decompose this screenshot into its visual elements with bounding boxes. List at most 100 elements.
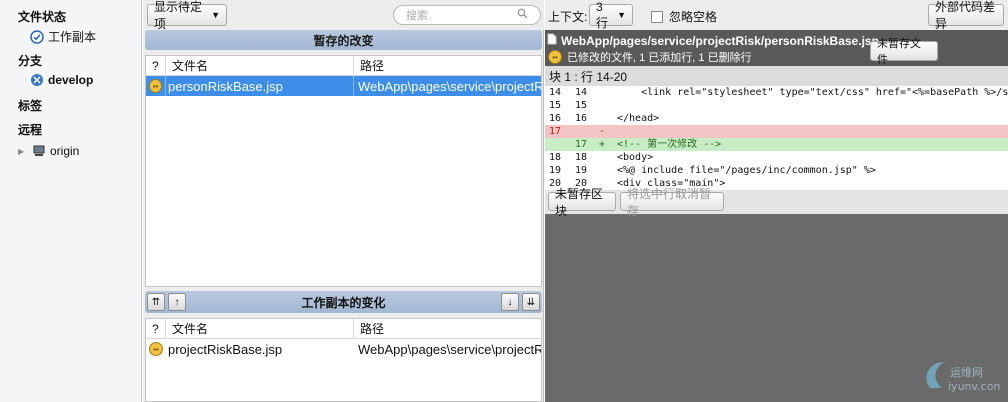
diff-marker [599, 112, 617, 125]
old-line-number: 15 [549, 100, 562, 111]
unstage-file-button[interactable]: 未暂存文件 [870, 38, 938, 66]
sidebar-item-working-copy[interactable]: 工作副本 [30, 28, 96, 45]
watermark-logo: 运维网 iyunv.com [920, 354, 1004, 398]
unstage-selected-lines-button[interactable]: 将选中行取消暂存 [620, 187, 724, 218]
diff-lines: 14 14 <link rel="stylesheet" type="text/c… [545, 86, 1008, 190]
new-line-number: 17 [575, 139, 588, 150]
list-header: ? 文件名 路径 [146, 319, 541, 339]
unstage-selected-button[interactable]: ↓ [501, 293, 519, 311]
diff-line[interactable]: 16 16 </head> [545, 112, 1008, 125]
ignore-whitespace-toggle[interactable]: 忽略空格 [651, 8, 717, 25]
list-header: ? 文件名 路径 [146, 56, 541, 76]
file-name: personRiskBase.jsp [166, 76, 354, 96]
file-path: WebApp\pages\service\projectRisk [358, 341, 541, 357]
sidebar-item-develop[interactable]: develop [30, 73, 93, 87]
double-arrow-up-icon: ⇈ [151, 296, 161, 308]
arrow-up-icon: ↑ [174, 296, 180, 308]
diff-line-text [617, 125, 1008, 138]
diff-file-summary: 已修改的文件, 1 已添加行, 1 已删除行 [567, 52, 752, 64]
diff-line-text: </head> [617, 113, 660, 124]
branch-icon [30, 73, 44, 87]
new-line-number: 14 [575, 87, 588, 98]
check-circle-icon [30, 29, 44, 44]
old-line-number [545, 138, 575, 151]
external-diff-button[interactable]: 外部代码差异 [928, 0, 1004, 31]
diff-file-path: WebApp/pages/service/projectRisk/personR… [561, 33, 879, 48]
diff-marker [599, 86, 617, 99]
search-icon [517, 8, 528, 22]
diff-line[interactable]: 19 19 <%@ include file="/pages/inc/common.… [545, 164, 1008, 177]
search-placeholder: 搜索 [406, 10, 428, 22]
sidebar-item-label: origin [50, 144, 80, 158]
diff-line[interactable]: 20 20 <div class="main"> [545, 177, 1008, 190]
modified-status-icon: •• [149, 79, 162, 93]
diff-pane: 上下文: 3 行 ▼ 忽略空格 外部代码差异 WebApp/pages/serv… [545, 0, 1008, 402]
diff-marker [599, 164, 617, 177]
new-line-number [575, 125, 599, 138]
diff-line[interactable]: 17 - [545, 125, 1008, 138]
diff-marker [599, 151, 617, 164]
diff-line[interactable]: 18 18 <body> [545, 151, 1008, 164]
col-path[interactable]: 路径 [354, 56, 541, 75]
section-remotes[interactable]: 远程 [18, 121, 42, 138]
context-lines-dropdown[interactable]: 3 行 ▼ [589, 0, 633, 30]
table-row[interactable]: •• personRiskBase.jsp WebApp\pages\servi… [146, 76, 541, 96]
chevron-down-icon: ▼ [211, 10, 220, 20]
file-name: projectRiskBase.jsp [168, 341, 283, 357]
svg-text:iyunv.com: iyunv.com [948, 380, 1000, 393]
new-line-number: 16 [575, 113, 588, 124]
hunk-header: 块 1 : 行 14-20 [545, 66, 1008, 86]
section-tags[interactable]: 标签 [18, 97, 42, 114]
file-status-pane: 显示待定项 ▼ 搜索 暂存的改变 ? 文件名 路径 •• personRiskB… [143, 0, 544, 402]
search-input[interactable]: 搜索 [393, 5, 541, 25]
modified-status-icon: •• [149, 342, 163, 356]
unstaged-header-bar: ⇈ ↑ 工作副本的变化 ↓ ⇊ [145, 291, 542, 313]
col-filename[interactable]: 文件名 [166, 319, 354, 338]
col-filename[interactable]: 文件名 [166, 56, 354, 75]
diff-line[interactable]: 15 15 [545, 99, 1008, 112]
context-label: 上下文: [548, 10, 588, 24]
hunk-actions-bar: 未暂存区块 将选中行取消暂存 [545, 187, 1008, 218]
new-line-number: 19 [575, 165, 588, 176]
unstage-hunk-button[interactable]: 未暂存区块 [548, 187, 616, 218]
diff-line-text: <link rel="stylesheet" type="text/css" h… [617, 87, 1008, 98]
old-line-number: 16 [549, 113, 562, 124]
diff-marker [599, 99, 617, 112]
diff-toolbar: 上下文: 3 行 ▼ 忽略空格 外部代码差异 [545, 0, 1008, 31]
old-line-number: 19 [549, 165, 562, 176]
file-path: WebApp\pages\service\projectRisk [358, 78, 541, 94]
sidebar-item-label: develop [48, 73, 94, 87]
sidebar-item-label: 工作副本 [48, 30, 97, 44]
col-status[interactable]: ? [146, 319, 166, 338]
section-file-status[interactable]: 文件状态 [18, 8, 66, 25]
double-arrow-down-icon: ⇊ [526, 296, 536, 308]
diff-line-text: <!-- 第一次修改 --> [617, 139, 722, 150]
unstaged-file-list: ? 文件名 路径 •• projectRiskBase.jsp WebApp\p… [145, 318, 542, 402]
arrow-down-icon: ↓ [507, 296, 513, 308]
old-line-number: 18 [549, 152, 562, 163]
unstaged-title: 工作副本的变化 [301, 295, 386, 310]
modified-status-icon: •• [548, 50, 562, 64]
diff-line-text: <body> [617, 152, 654, 163]
diff-marker: + [599, 139, 606, 150]
ignore-whitespace-checkbox[interactable] [651, 10, 663, 23]
filter-dropdown[interactable]: 显示待定项 ▼ [147, 0, 227, 31]
chevron-down-icon: ▼ [617, 10, 626, 20]
col-path[interactable]: 路径 [354, 319, 541, 338]
diff-marker: - [599, 126, 606, 137]
sidebar-item-origin[interactable]: ▶ origin [18, 144, 79, 158]
unstage-all-button[interactable]: ⇊ [522, 293, 540, 311]
section-branches[interactable]: 分支 [18, 52, 42, 69]
computer-icon [32, 144, 46, 158]
chevron-right-icon[interactable]: ▶ [18, 147, 28, 156]
stage-selected-button[interactable]: ↑ [168, 293, 186, 311]
table-row[interactable]: •• projectRiskBase.jsp WebApp\pages\serv… [146, 339, 541, 359]
diff-line[interactable]: 17 + <!-- 第一次修改 --> [545, 138, 1008, 151]
col-status[interactable]: ? [146, 56, 166, 75]
diff-file-header: WebApp/pages/service/projectRisk/personR… [545, 30, 1008, 66]
file-toolbar: 显示待定项 ▼ 搜索 [143, 0, 544, 31]
staged-header: 暂存的改变 [145, 30, 542, 50]
diff-line[interactable]: 14 14 <link rel="stylesheet" type="text/c… [545, 86, 1008, 99]
stage-all-button[interactable]: ⇈ [147, 293, 165, 311]
old-line-number: 17 [549, 126, 562, 137]
